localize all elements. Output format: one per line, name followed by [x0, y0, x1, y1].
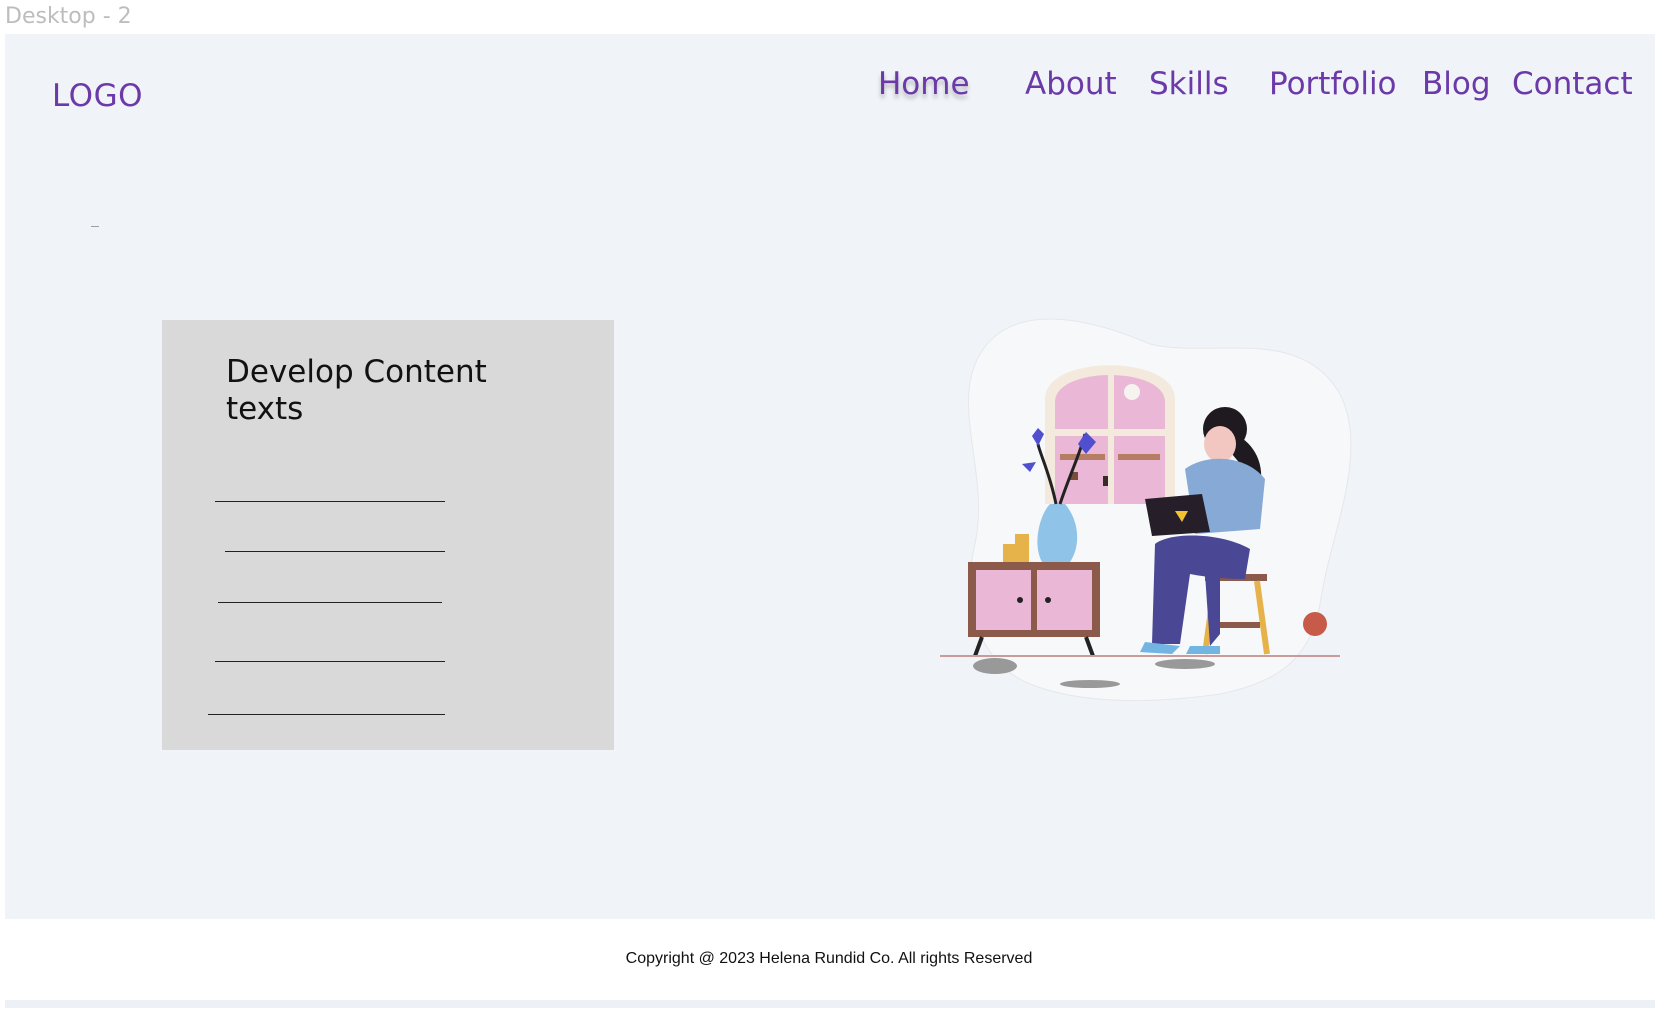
placeholder-line-5 — [208, 714, 445, 715]
placeholder-line-2 — [225, 551, 445, 552]
placeholder-line-3 — [218, 602, 442, 603]
main-navigation: Home About Skills Portfolio Blog Contact — [5, 66, 1655, 116]
nav-skills[interactable]: Skills — [1149, 66, 1229, 102]
bottom-strip — [5, 1000, 1655, 1008]
content-card: Develop Content texts — [162, 320, 614, 750]
nav-home[interactable]: Home — [878, 66, 970, 102]
placeholder-line-1 — [215, 501, 445, 502]
frame-label: Desktop - 2 — [5, 4, 132, 29]
page-canvas: LOGO Home About Skills Portfolio Blog Co… — [5, 34, 1655, 919]
small-dash — [91, 226, 99, 227]
nav-contact[interactable]: Contact — [1512, 66, 1633, 102]
nav-about[interactable]: About — [1025, 66, 1117, 102]
placeholder-line-4 — [215, 661, 445, 662]
footer-copyright: Copyright @ 2023 Helena Rundid Co. All r… — [625, 950, 1033, 967]
woman-laptop-illustration-icon — [940, 318, 1352, 702]
nav-portfolio[interactable]: Portfolio — [1269, 66, 1397, 102]
card-title: Develop Content texts — [226, 354, 487, 427]
nav-blog[interactable]: Blog — [1422, 66, 1491, 102]
